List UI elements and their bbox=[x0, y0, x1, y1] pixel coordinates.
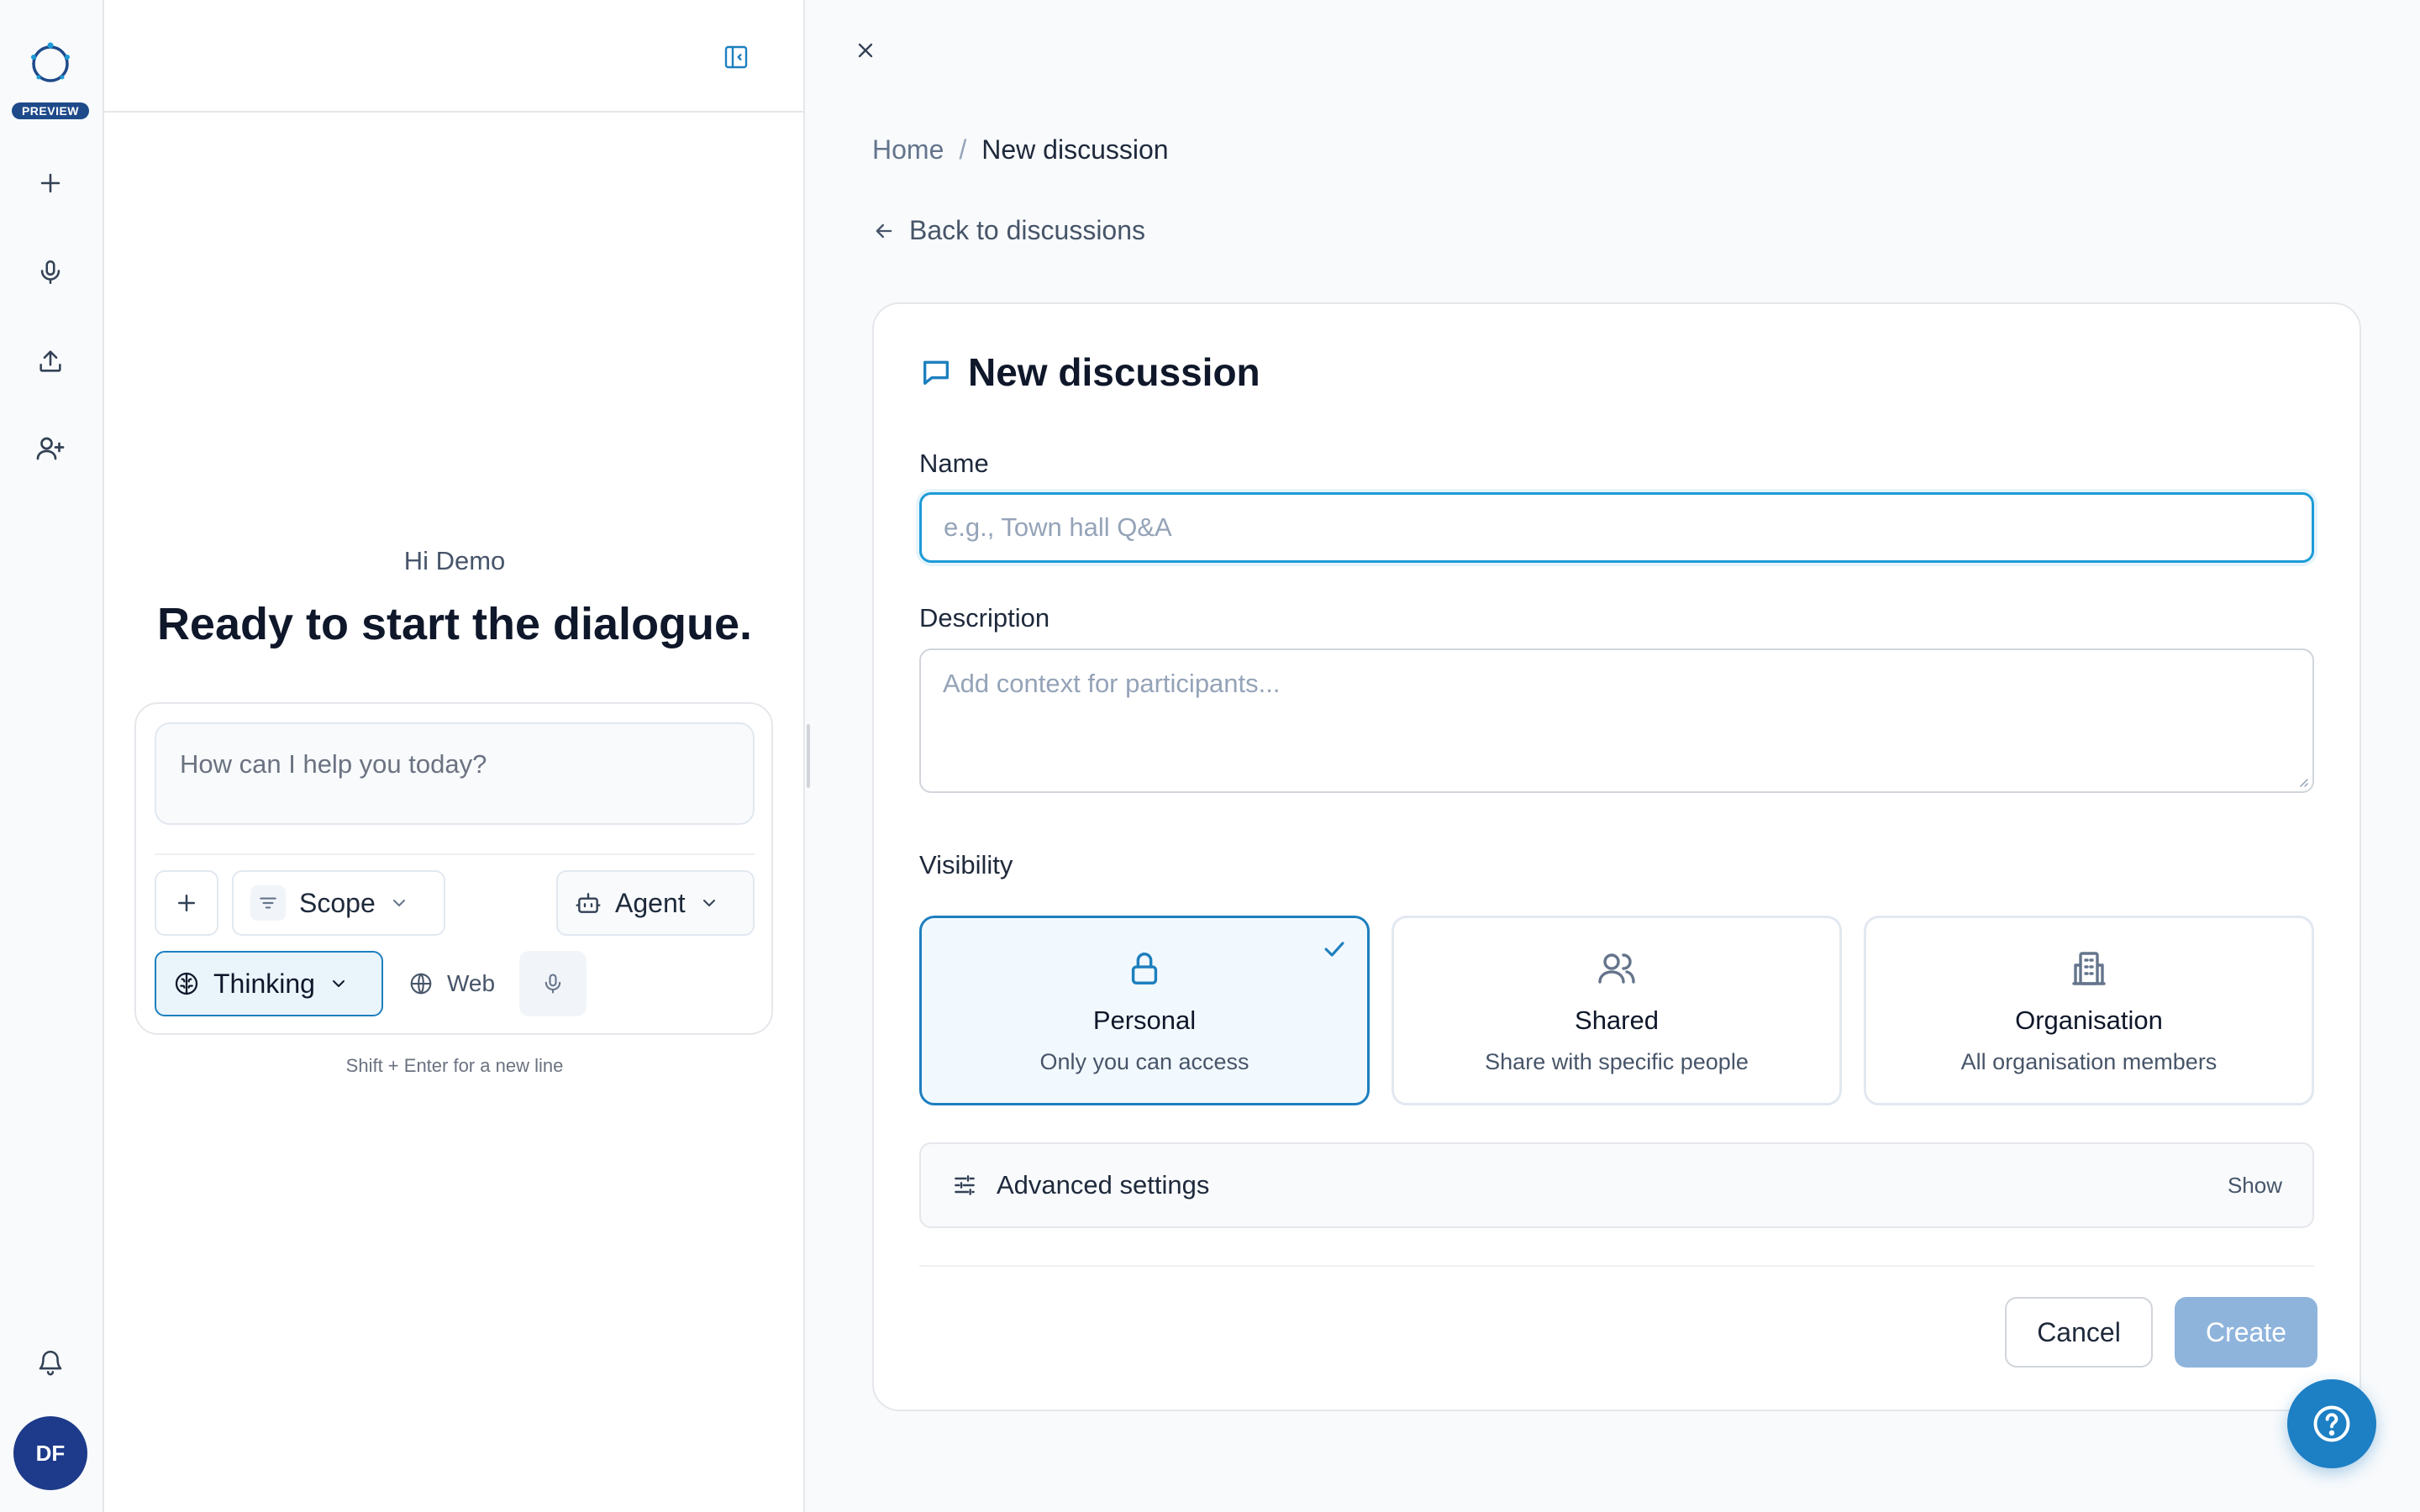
name-input[interactable]: e.g., Town hall Q&A bbox=[919, 492, 2314, 563]
visibility-option-shared[interactable]: Shared Share with specific people bbox=[1392, 916, 1842, 1105]
composer-hint: Shift + Enter for a new line bbox=[345, 1055, 564, 1076]
preview-badge: PREVIEW bbox=[12, 102, 89, 119]
chevron-down-icon bbox=[702, 900, 715, 906]
visibility-label: Visibility bbox=[919, 850, 1013, 879]
chat-header bbox=[104, 0, 805, 113]
attach-button[interactable] bbox=[155, 870, 218, 936]
resize-grip-icon[interactable] bbox=[2296, 774, 2309, 788]
help-circle-icon bbox=[2313, 1405, 2350, 1442]
help-button[interactable] bbox=[2287, 1379, 2376, 1468]
brain-icon bbox=[175, 972, 198, 995]
upload-icon bbox=[39, 350, 61, 372]
description-placeholder: Add context for participants... bbox=[943, 669, 1281, 698]
panel-resize-handle[interactable] bbox=[807, 724, 810, 788]
cancel-button[interactable]: Cancel bbox=[2005, 1297, 2153, 1368]
icon-rail: PREVIEW DF bbox=[0, 0, 104, 1512]
create-button[interactable]: Create bbox=[2175, 1297, 2317, 1368]
breadcrumb-current: New discussion bbox=[981, 134, 1169, 165]
chevron-down-icon bbox=[392, 900, 405, 906]
form-title-text: New discussion bbox=[968, 350, 1260, 394]
chat-headline: Ready to start the dialogue. bbox=[156, 599, 753, 649]
collapse-panel-button[interactable] bbox=[719, 40, 753, 74]
composer-mic-button[interactable] bbox=[519, 951, 587, 1016]
upload-button[interactable] bbox=[27, 338, 74, 385]
microphone-icon bbox=[544, 974, 561, 994]
form-title: New discussion bbox=[919, 349, 1260, 395]
microphone-icon bbox=[40, 260, 60, 285]
chevron-down-icon bbox=[332, 980, 345, 987]
user-plus-icon bbox=[36, 437, 65, 460]
voice-button[interactable] bbox=[27, 249, 74, 296]
building-icon bbox=[2069, 948, 2109, 989]
thinking-toggle[interactable]: Thinking bbox=[155, 951, 383, 1016]
new-discussion-form: New discussion Name e.g., Town hall Q&A … bbox=[872, 302, 2361, 1411]
visibility-option-title: Shared bbox=[1575, 1005, 1659, 1035]
visibility-option-title: Organisation bbox=[2015, 1005, 2163, 1035]
visibility-option-desc: All organisation members bbox=[1960, 1049, 2217, 1074]
check-icon bbox=[1324, 942, 1344, 957]
form-divider bbox=[919, 1265, 2314, 1267]
agent-dropdown[interactable]: Agent bbox=[556, 870, 755, 936]
visibility-option-title: Personal bbox=[1092, 1005, 1197, 1035]
new-chat-button[interactable] bbox=[27, 160, 74, 207]
description-label: Description bbox=[919, 603, 1050, 633]
invite-user-button[interactable] bbox=[27, 425, 74, 472]
prompt-input[interactable]: How can I help you today? bbox=[155, 722, 755, 825]
chat-panel: Hi Demo Ready to start the dialogue. How… bbox=[104, 0, 805, 1512]
back-link-label: Back to discussions bbox=[909, 215, 1146, 245]
breadcrumb: Home / New discussion bbox=[872, 134, 1169, 165]
visibility-option-desc: Only you can access bbox=[1039, 1049, 1249, 1074]
scope-dropdown[interactable]: Scope bbox=[232, 870, 445, 936]
greeting-text: Hi Demo bbox=[403, 546, 506, 575]
arrow-left-icon bbox=[876, 223, 892, 238]
message-square-icon bbox=[923, 360, 949, 385]
agent-label: Agent bbox=[615, 887, 686, 918]
breadcrumb-home[interactable]: Home bbox=[872, 134, 944, 165]
app-logo-icon[interactable] bbox=[25, 37, 76, 87]
lock-icon bbox=[1125, 948, 1164, 989]
user-avatar[interactable]: DF bbox=[13, 1416, 87, 1490]
breadcrumb-separator: / bbox=[959, 134, 967, 165]
visibility-option-desc: Share with specific people bbox=[1485, 1049, 1749, 1074]
sliders-icon bbox=[955, 1175, 975, 1195]
sidebar-collapse-icon bbox=[724, 45, 748, 69]
close-icon bbox=[858, 43, 873, 58]
visibility-option-personal[interactable]: Personal Only you can access bbox=[919, 916, 1370, 1105]
web-search-toggle[interactable]: Web bbox=[390, 951, 516, 1016]
globe-icon bbox=[410, 973, 432, 995]
bot-icon bbox=[576, 893, 601, 913]
close-button[interactable] bbox=[849, 34, 882, 67]
name-label: Name bbox=[919, 449, 989, 478]
advanced-settings-toggle[interactable]: Advanced settings Show bbox=[919, 1142, 2314, 1228]
filter-icon bbox=[250, 885, 286, 921]
composer-divider bbox=[155, 853, 755, 855]
notifications-button[interactable] bbox=[27, 1339, 74, 1386]
description-textarea[interactable]: Add context for participants... bbox=[919, 648, 2314, 793]
chat-composer: How can I help you today? Scope Agent Th… bbox=[134, 702, 773, 1035]
advanced-settings-label: Advanced settings bbox=[997, 1170, 1210, 1200]
web-label: Web bbox=[447, 970, 496, 996]
advanced-settings-show[interactable]: Show bbox=[2228, 1173, 2282, 1199]
thinking-label: Thinking bbox=[213, 968, 315, 999]
plus-icon bbox=[40, 173, 60, 193]
back-to-discussions-link[interactable]: Back to discussions bbox=[872, 215, 1145, 246]
scope-label: Scope bbox=[299, 887, 376, 918]
bell-icon bbox=[39, 1351, 62, 1376]
users-icon bbox=[1597, 948, 1637, 989]
visibility-option-organisation[interactable]: Organisation All organisation members bbox=[1864, 916, 2314, 1105]
plus-icon bbox=[178, 895, 195, 911]
